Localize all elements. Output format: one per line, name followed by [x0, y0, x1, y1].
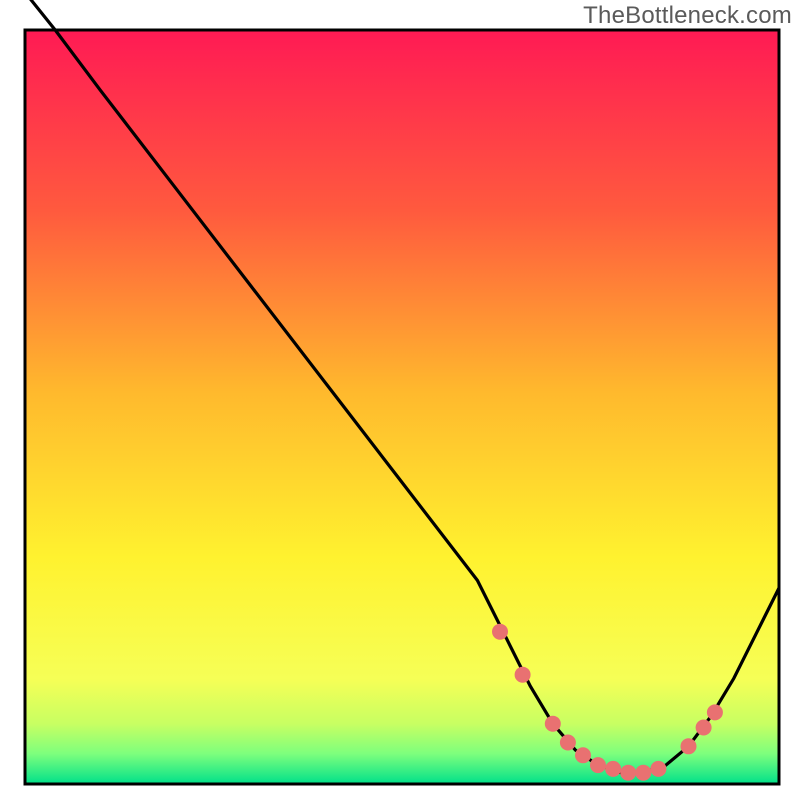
curve-marker: [560, 735, 576, 751]
bottleneck-chart: TheBottleneck.com: [0, 0, 800, 800]
curve-marker: [605, 761, 621, 777]
curve-marker: [681, 738, 697, 754]
plot-background: [25, 30, 779, 784]
curve-marker: [650, 761, 666, 777]
curve-marker: [620, 765, 636, 781]
chart-svg: [0, 0, 800, 800]
curve-marker: [707, 704, 723, 720]
curve-marker: [515, 667, 531, 683]
curve-marker: [696, 720, 712, 736]
curve-marker: [545, 716, 561, 732]
curve-marker: [575, 747, 591, 763]
curve-marker: [590, 757, 606, 773]
curve-marker: [635, 765, 651, 781]
curve-marker: [492, 624, 508, 640]
watermark-text: TheBottleneck.com: [583, 2, 792, 30]
